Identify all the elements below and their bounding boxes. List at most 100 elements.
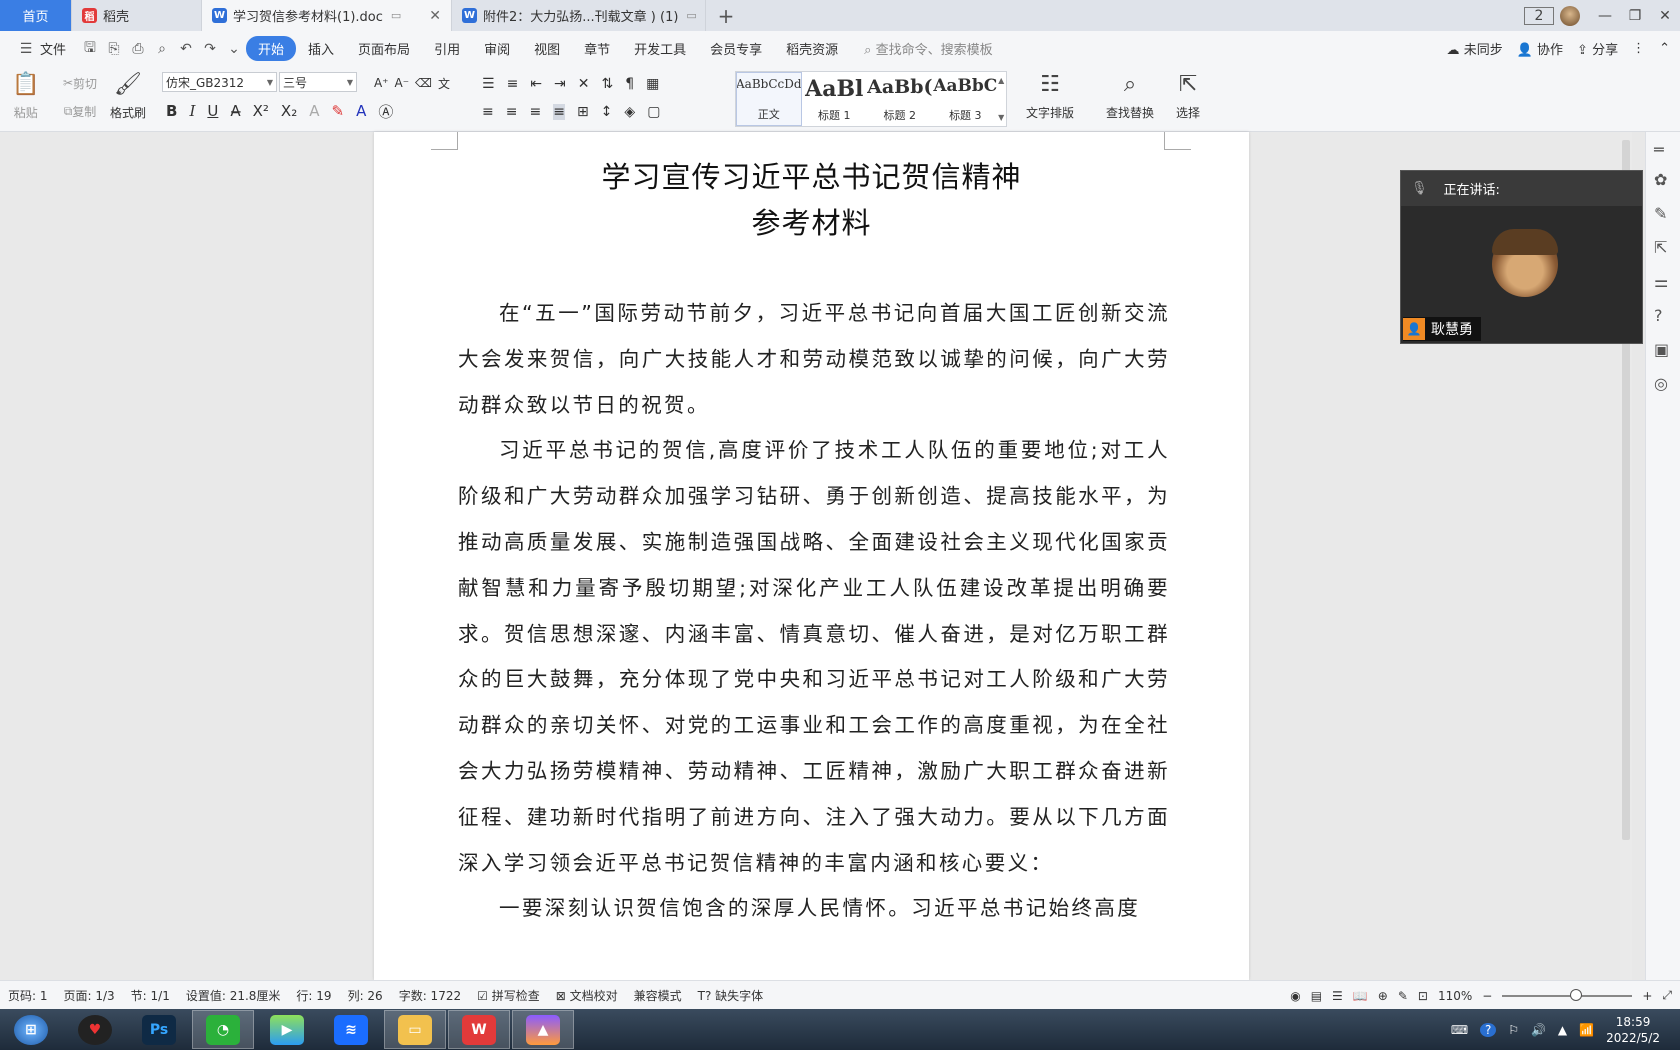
copy-button[interactable]: ⧉ 复制 <box>55 102 105 120</box>
zoom-in-icon[interactable]: + <box>1642 989 1652 1003</box>
status-setting[interactable]: 设置值: 21.8厘米 <box>178 987 289 1004</box>
paste-button[interactable]: 📋 粘贴 <box>12 72 39 121</box>
read-view-icon[interactable]: 📖 <box>1353 989 1368 1003</box>
style-heading-3[interactable]: AaBbC 标题 3 <box>933 72 999 126</box>
missing-font-button[interactable]: T? 缺失字体 <box>690 987 772 1004</box>
style-gallery-scroll[interactable]: ▲ ▼ <box>998 72 1006 126</box>
taskbar-wechat[interactable]: ◔ <box>192 1010 254 1049</box>
signal-icon[interactable]: 📶 <box>1579 1023 1594 1037</box>
sort-icon[interactable]: ⇅ <box>602 76 614 92</box>
align-left-icon[interactable]: ≡ <box>482 104 494 120</box>
taskbar-photoshop[interactable]: Ps <box>128 1010 190 1049</box>
collab-button[interactable]: 👤 协作 <box>1517 39 1563 58</box>
menu-reference[interactable]: 引用 <box>422 39 472 58</box>
style-normal[interactable]: AaBbCcDd 正文 <box>736 72 802 126</box>
style-heading-1[interactable]: AaBl 标题 1 <box>802 72 868 126</box>
taskbar-explorer[interactable]: ▭ <box>384 1010 446 1049</box>
superscript-icon[interactable]: X² <box>253 102 269 120</box>
command-search[interactable]: ⌕ 查找命令、搜索模板 <box>864 39 992 58</box>
zoom-slider-knob[interactable] <box>1570 988 1583 1001</box>
redo-icon[interactable]: ↷ <box>198 41 222 57</box>
italic-icon[interactable]: I <box>189 102 195 120</box>
select-button[interactable]: ⇱ 选择 <box>1176 72 1200 121</box>
format-painter-button[interactable]: 🖌 格式刷 <box>110 72 146 121</box>
align-right-icon[interactable]: ≡ <box>529 104 541 120</box>
share-button[interactable]: ⇪ 分享 <box>1577 39 1618 58</box>
numbered-list-icon[interactable]: ≡ <box>507 76 519 92</box>
page-view-icon[interactable]: ▤ <box>1311 989 1322 1003</box>
document-page[interactable]: 学习宣传习近平总书记贺信精神 参考材料 在“五一”国际劳动节前夕，习近平总书记向… <box>374 132 1249 980</box>
menu-devtools[interactable]: 开发工具 <box>622 39 698 58</box>
eye-protect-icon[interactable]: ◉ <box>1290 989 1300 1003</box>
menu-member[interactable]: 会员专享 <box>698 39 774 58</box>
pointer-icon[interactable]: ⇱ <box>1654 238 1667 257</box>
network-flag-icon[interactable]: ⚐ <box>1508 1023 1519 1037</box>
tray-expand-icon[interactable]: ▲ <box>1558 1023 1567 1037</box>
table-border-icon[interactable]: ▦ <box>646 76 659 92</box>
subscript-icon[interactable]: X₂ <box>281 102 297 120</box>
plugin-icon[interactable]: ◎ <box>1654 374 1668 393</box>
bullet-list-icon[interactable]: ☰ <box>482 76 495 92</box>
grow-font-icon[interactable]: A⁺ <box>374 76 389 90</box>
export-icon[interactable]: ⎘ <box>102 41 126 57</box>
save-icon[interactable]: 🖫 <box>78 37 102 61</box>
meeting-speaking-panel[interactable]: 🎙 正在讲话: 👤 耿慧勇 <box>1400 170 1643 344</box>
status-pages[interactable]: 页面: 1/3 <box>56 987 123 1004</box>
user-avatar[interactable] <box>1560 5 1580 26</box>
status-word-count[interactable]: 字数: 1722 <box>391 987 469 1004</box>
distribute-icon[interactable]: ⊞ <box>577 104 589 120</box>
collapse-icon[interactable]: ═ <box>1654 140 1664 159</box>
tab-active-document[interactable]: W 学习贺信参考材料(1).doc ▭ ✕ <box>202 0 452 31</box>
menu-insert[interactable]: 插入 <box>296 39 346 58</box>
font-size-select[interactable]: 三号 ▼ <box>279 72 357 92</box>
volume-icon[interactable]: 🔊 <box>1531 1023 1546 1037</box>
align-center-icon[interactable]: ≡ <box>506 104 518 120</box>
close-window-icon[interactable]: ✕ <box>1650 8 1680 24</box>
line-spacing-icon[interactable]: ↕ <box>601 104 613 120</box>
undo-icon[interactable]: ↶ <box>174 41 198 57</box>
char-border-icon[interactable]: Ⓐ <box>378 101 393 122</box>
highlight-icon[interactable]: ✎ <box>331 102 344 120</box>
font-name-select[interactable]: 仿宋_GB2312 ▼ <box>162 72 277 92</box>
phonetic-icon[interactable]: 文 <box>438 75 450 92</box>
collapse-ribbon-icon[interactable]: ⌃ <box>1659 41 1670 56</box>
start-button[interactable]: ⊞ <box>0 1010 62 1049</box>
fullscreen-icon[interactable]: ⤢ <box>1662 988 1672 1003</box>
show-marks-icon[interactable]: ¶ <box>625 76 634 92</box>
help-icon[interactable]: ? <box>1654 306 1663 325</box>
clock[interactable]: 18:59 2022/5/2 <box>1606 1014 1660 1046</box>
help-tray-icon[interactable]: ? <box>1480 1022 1497 1037</box>
write-view-icon[interactable]: ✎ <box>1398 989 1408 1003</box>
status-section[interactable]: 节: 1/1 <box>123 987 178 1004</box>
menu-review[interactable]: 审阅 <box>472 39 522 58</box>
zoom-slider[interactable] <box>1502 988 1633 1001</box>
customize-chevron-icon[interactable]: ⌄ <box>222 41 246 57</box>
menu-layout[interactable]: 页面布局 <box>346 39 422 58</box>
taskbar-player[interactable]: ▶ <box>256 1010 318 1049</box>
menu-chapter[interactable]: 章节 <box>572 39 622 58</box>
status-row[interactable]: 行: 19 <box>288 987 339 1004</box>
borders-icon[interactable]: ▢ <box>647 104 660 120</box>
find-replace-button[interactable]: ⌕ 查找替换 <box>1106 72 1154 121</box>
tab-daoke[interactable]: 稻 稻壳 <box>72 0 202 31</box>
taskbar-feishu[interactable]: ≋ <box>320 1010 382 1049</box>
outline-view-icon[interactable]: ☰ <box>1332 989 1343 1003</box>
tab-float-icon[interactable]: ▭ <box>686 9 696 22</box>
taskbar-wps[interactable]: W <box>448 1010 510 1049</box>
tab-home[interactable]: 首页 <box>0 0 72 31</box>
menu-start[interactable]: 开始 <box>246 36 297 61</box>
keyboard-icon[interactable]: ⌨ <box>1451 1023 1468 1037</box>
web-view-icon[interactable]: ⊕ <box>1378 989 1388 1003</box>
justify-icon[interactable]: ≡ <box>553 104 565 120</box>
status-page-number[interactable]: 页码: 1 <box>0 987 56 1004</box>
shrink-font-icon[interactable]: A⁻ <box>395 76 410 90</box>
restore-icon[interactable]: ❐ <box>1620 8 1650 24</box>
tab-float-icon[interactable]: ▭ <box>391 9 401 22</box>
hamburger-icon[interactable]: ☰ <box>14 41 38 57</box>
clear-format-icon[interactable]: ⌫ <box>415 76 432 90</box>
print-preview-icon[interactable]: ⌕ <box>150 41 174 57</box>
underline-icon[interactable]: U <box>207 102 218 120</box>
bold-icon[interactable]: B <box>166 102 177 120</box>
decrease-indent-icon[interactable]: ⇤ <box>530 76 542 92</box>
pen-icon[interactable]: ✎ <box>1654 204 1667 223</box>
